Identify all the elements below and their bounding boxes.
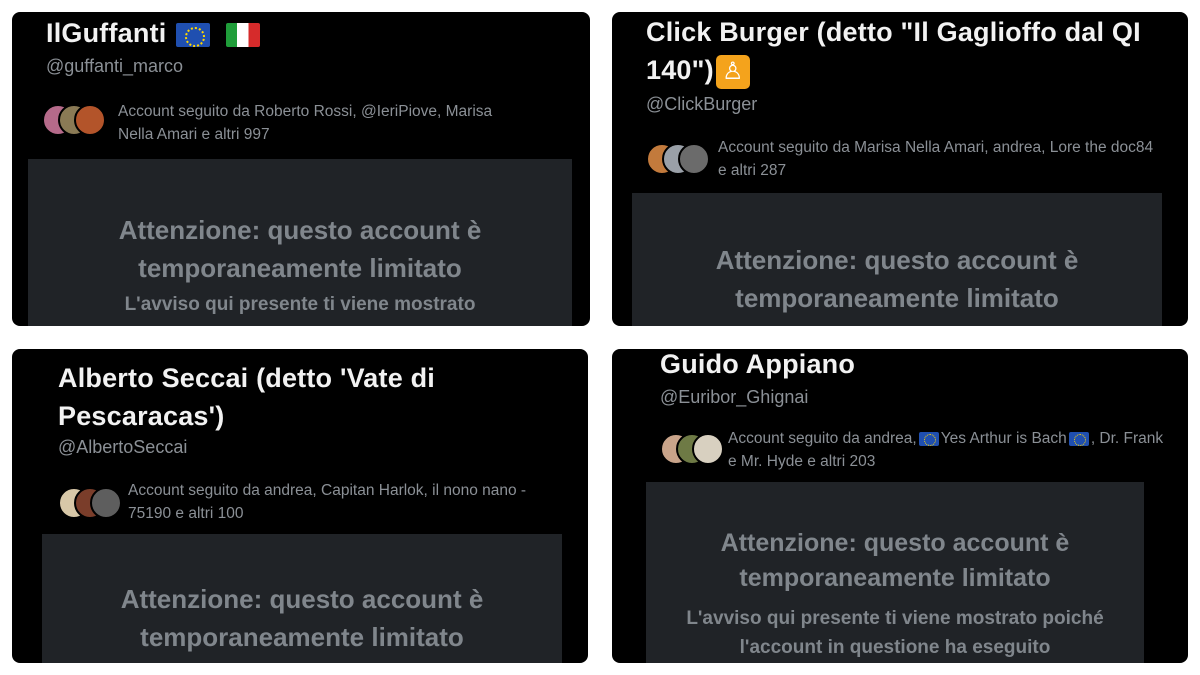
profile-name[interactable]: Click Burger (detto "Il Gaglioffo dal QI… (646, 13, 1166, 89)
followed-by-text[interactable]: Account seguito da Roberto Rossi, @IeriP… (118, 100, 528, 146)
eu-flag-icon (176, 22, 211, 47)
profile-name[interactable]: Alberto Seccai (detto 'Vate di Pescaraca… (58, 359, 498, 435)
profile-handle[interactable]: @ClickBurger (646, 94, 757, 115)
follower-avatars[interactable] (646, 143, 710, 177)
avatar (74, 104, 106, 136)
followed-by-text[interactable]: Account seguito da andrea, Yes Arthur is … (728, 427, 1168, 473)
profile-panel-clickburger: Click Burger (detto "Il Gaglioffo dal QI… (612, 12, 1188, 326)
notice-title: Attenzione: questo account è temporaneam… (118, 215, 482, 283)
followed-by-text[interactable]: Account seguito da Marisa Nella Amari, a… (718, 136, 1158, 182)
notice-title: Attenzione: questo account è temporaneam… (720, 529, 1070, 592)
person-emoji-icon: ♙ (715, 54, 750, 89)
restricted-notice: Attenzione: questo account è temporaneam… (42, 534, 562, 663)
followed-by-text[interactable]: Account seguito da andrea, Capitan Harlo… (128, 479, 548, 525)
profile-name[interactable]: IlGuffanti (46, 14, 261, 52)
follower-avatars[interactable] (42, 104, 106, 138)
avatar (678, 143, 710, 175)
profile-handle[interactable]: @AlbertoSeccai (58, 437, 187, 458)
profile-handle[interactable]: @guffanti_marco (46, 56, 183, 77)
avatar (692, 433, 724, 465)
italy-flag-icon (226, 22, 261, 47)
profile-panel-guffanti: IlGuffanti @guffanti_marco Account segui… (12, 12, 590, 326)
notice-body: L'avviso qui presente ti viene mostrato … (686, 608, 1104, 658)
notice-title: Attenzione: questo account è temporaneam… (715, 245, 1079, 313)
restricted-notice: Attenzione: questo account è temporaneam… (28, 159, 572, 326)
profile-panel-seccai: Alberto Seccai (detto 'Vate di Pescaraca… (12, 349, 588, 663)
eu-flag-icon (1068, 431, 1089, 446)
notice-body: L'avviso qui presente ti viene mostrato (124, 294, 476, 315)
restricted-notice: Attenzione: questo account è temporaneam… (646, 482, 1144, 663)
follower-avatars[interactable] (58, 487, 122, 521)
avatar (90, 487, 122, 519)
eu-flag-icon (918, 431, 939, 446)
notice-title: Attenzione: questo account è temporaneam… (120, 584, 484, 652)
restricted-notice: Attenzione: questo account è temporaneam… (632, 193, 1162, 326)
profile-panel-appiano: Guido Appiano @Euribor_Ghignai Account s… (612, 349, 1188, 663)
profile-handle[interactable]: @Euribor_Ghignai (660, 387, 808, 408)
follower-avatars[interactable] (660, 433, 724, 467)
profile-name[interactable]: Guido Appiano (660, 349, 855, 383)
